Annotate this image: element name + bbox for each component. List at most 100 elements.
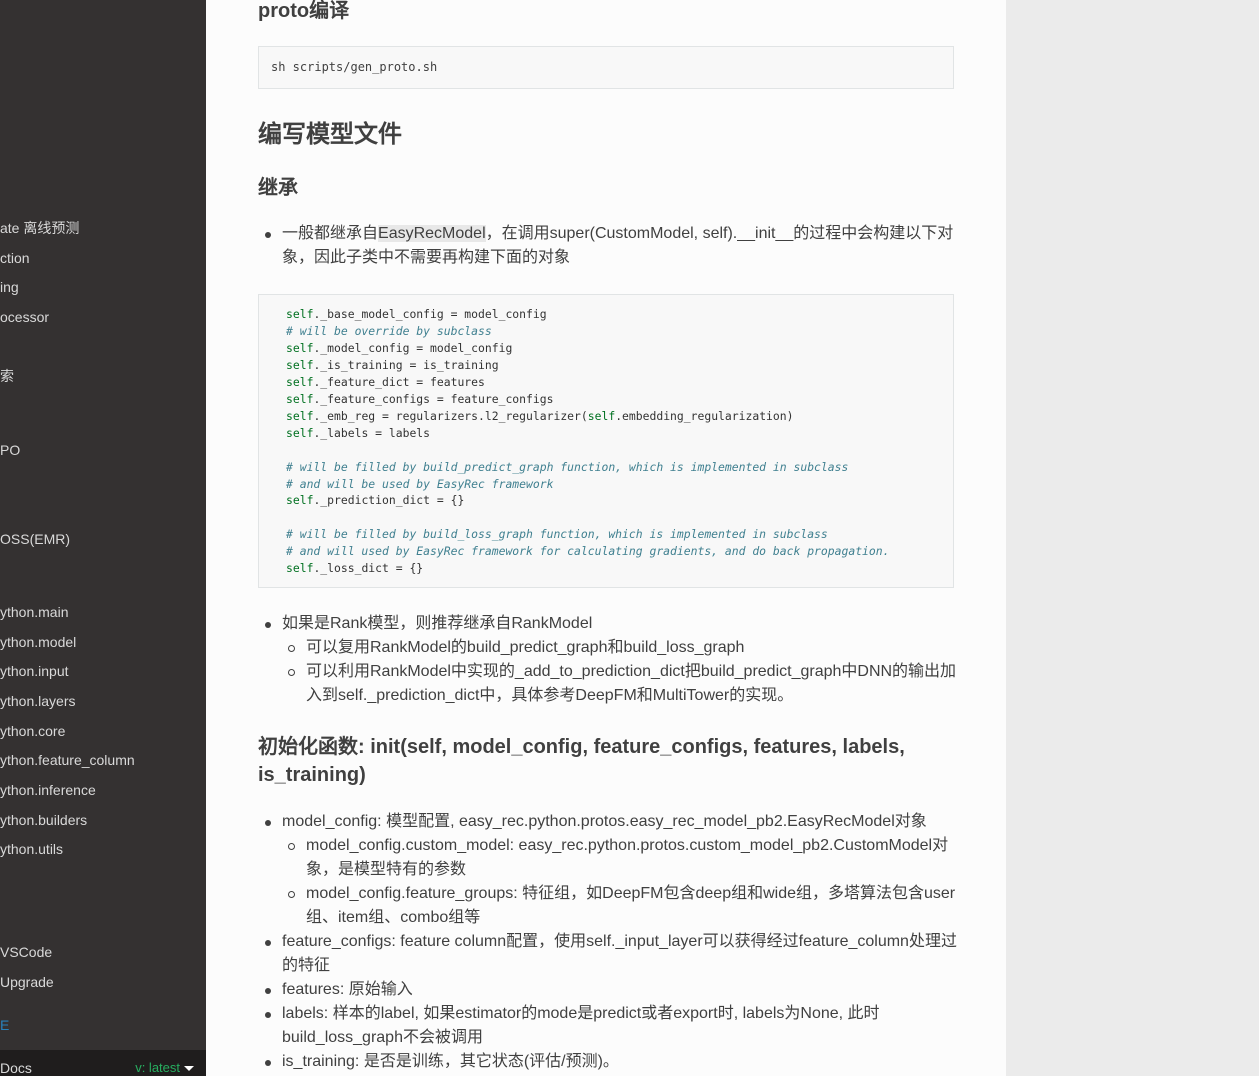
sidebar-item-processor[interactable]: ocessor (0, 308, 49, 326)
sidebar-item-python-main[interactable]: ython.main (0, 603, 68, 621)
bullet-icon (265, 988, 271, 994)
code-comment: # and will used by EasyRec framework for… (286, 544, 890, 558)
inherit-text-c: 象，因此子类中不需要再构建下面的对象 (282, 249, 571, 266)
rank-sub-item: 可以利用RankModel中实现的_add_to_prediction_dict… (306, 660, 966, 708)
bullet-icon (265, 232, 271, 238)
rank-paragraph: 如果是Rank模型，则推荐继承自RankModel (282, 615, 593, 632)
heading-init: 初始化函数: init(self, model_config, feature_… (258, 733, 905, 789)
rank-sub-text: 入到self._prediction_dict中，具体参考DeepFM和Mult… (306, 687, 794, 704)
init-labels: labels: 样本的label, 如果estimator的mode是predi… (282, 1002, 972, 1050)
version-switcher[interactable]: Docs v: latest (0, 1050, 206, 1076)
bullet-icon (265, 820, 271, 826)
init-text: model_config.custom_model: easy_rec.pyth… (306, 837, 949, 854)
sidebar-item-po[interactable]: PO (0, 441, 20, 459)
init-text: 象，是模型特有的参数 (306, 861, 467, 878)
sidebar-item-python-feature-column[interactable]: ython.feature_column (0, 751, 135, 769)
heading-init-line: 初始化函数: init(self, model_config, feature_… (258, 736, 905, 758)
code-comment: # will be filled by build_predict_graph … (286, 460, 849, 474)
sidebar-item-vscode[interactable]: VSCode (0, 943, 52, 961)
code-self: self (286, 409, 314, 423)
code-line: self._base_model_config = model_config (286, 306, 547, 323)
code-self: self (286, 493, 314, 507)
init-text: labels: 样本的label, 如果estimator的mode是predi… (282, 1005, 880, 1022)
init-feature-configs: feature_configs: feature column配置，使用self… (282, 930, 972, 978)
code-comment: # will be override by subclass (286, 324, 492, 338)
code-self: self (286, 426, 314, 440)
version-selector[interactable]: v: latest (135, 1059, 194, 1076)
heading-write-model: 编写模型文件 (258, 121, 402, 148)
proto-heading: proto编译 (258, 0, 350, 22)
code-self: self (286, 341, 314, 355)
init-features: features: 原始输入 (282, 981, 413, 998)
code-text: ._labels = labels (313, 426, 431, 440)
code-text: ._emb_reg = regularizers.l2_regularizer( (313, 409, 588, 423)
init-is-training: is_training: 是否是训练，其它状态(评估/预测)。 (282, 1053, 619, 1070)
sidebar-item-python-layers[interactable]: ython.layers (0, 692, 75, 710)
code-text: ._prediction_dict = {} (313, 493, 465, 507)
code-line: self._feature_configs = feature_configs (286, 391, 553, 408)
sidebar-item-python-builders[interactable]: ython.builders (0, 811, 87, 829)
inherit-text-a: 一般都继承自 (282, 225, 379, 242)
bullet-icon (265, 1012, 271, 1018)
code-text: ._model_config = model_config (313, 341, 513, 355)
init-text: 的特征 (282, 957, 331, 974)
heading-init-line: is_training) (258, 764, 366, 786)
sidebar-item-e[interactable]: E (0, 1016, 9, 1034)
sidebar-item-ction[interactable]: ction (0, 249, 30, 267)
bullet-icon (265, 940, 271, 946)
code-line: self._prediction_dict = {} (286, 492, 464, 509)
code-comment: # will be filled by build_loss_graph fun… (286, 527, 828, 541)
bullet-icon (265, 622, 271, 628)
code-text: ._feature_dict = features (313, 375, 485, 389)
heading-inherit: 继承 (258, 177, 298, 199)
code-self: self (286, 307, 314, 321)
code-comment: # and will be used by EasyRec framework (286, 477, 554, 491)
code-line: self._model_config = model_config (286, 340, 512, 357)
sidebar-item-search[interactable]: 索 (0, 367, 14, 385)
code-self: self (286, 392, 314, 406)
version-label: v: latest (135, 1060, 180, 1075)
page-margin (1006, 0, 1259, 1076)
code-text: sh scripts/gen_proto.sh (271, 60, 438, 74)
rank-sub-text: 可以利用RankModel中实现的_add_to_prediction_dict… (306, 663, 957, 680)
code-line: self._is_training = is_training (286, 357, 499, 374)
init-text: feature_configs: feature column配置，使用self… (282, 933, 957, 950)
inherit-paragraph: 一般都继承自EasyRecModel，在调用super(CustomModel,… (282, 222, 962, 270)
sidebar-item-python-utils[interactable]: ython.utils (0, 840, 63, 858)
rank-sub-item: 可以复用RankModel的build_predict_graph和build_… (306, 639, 745, 656)
inherit-highlight: EasyRecModel (378, 225, 486, 242)
footer-docs-label: Docs (0, 1060, 32, 1076)
circle-bullet-icon (288, 669, 295, 676)
sidebar-item-python-core[interactable]: ython.core (0, 722, 65, 740)
circle-bullet-icon (288, 843, 295, 850)
sidebar-item-python-model[interactable]: ython.model (0, 633, 76, 651)
init-text: build_loss_graph不会被调用 (282, 1029, 483, 1046)
code-self: self (286, 561, 314, 575)
circle-bullet-icon (288, 645, 295, 652)
code-text: ._feature_configs = feature_configs (313, 392, 554, 406)
sidebar-item-python-inference[interactable]: ython.inference (0, 781, 96, 799)
init-custom-model: model_config.custom_model: easy_rec.pyth… (306, 834, 966, 882)
sidebar-item-upgrade[interactable]: Upgrade (0, 973, 54, 991)
code-block-base-model: self._base_model_config = model_config #… (258, 294, 954, 588)
sidebar-item-offline-predict[interactable]: ate 离线预测 (0, 219, 79, 237)
code-text: .embedding_regularization) (615, 409, 794, 423)
code-self: self (286, 358, 314, 372)
code-text: ._loss_dict = {} (313, 561, 424, 575)
code-self: self (286, 375, 314, 389)
init-text: 组、item组、combo组等 (306, 909, 481, 926)
init-text: model_config.feature_groups: 特征组，如DeepFM… (306, 885, 956, 902)
code-line: self._labels = labels (286, 425, 430, 442)
init-feature-groups: model_config.feature_groups: 特征组，如DeepFM… (306, 882, 966, 930)
sidebar-item-oss-emr[interactable]: OSS(EMR) (0, 530, 70, 548)
code-text: ._base_model_config = model_config (313, 307, 547, 321)
code-line: self._emb_reg = regularizers.l2_regulari… (286, 408, 794, 425)
caret-down-icon (184, 1066, 194, 1072)
sidebar-item-ing[interactable]: ing (0, 278, 19, 296)
code-line: self._loss_dict = {} (286, 560, 423, 577)
init-model-config: model_config: 模型配置, easy_rec.python.prot… (282, 813, 927, 830)
code-self: self (587, 409, 616, 423)
sidebar-nav: ate 离线预测 ction ing ocessor 索 PO OSS(EMR)… (0, 0, 206, 1076)
sidebar-item-python-input[interactable]: ython.input (0, 662, 69, 680)
bullet-icon (265, 1060, 271, 1066)
